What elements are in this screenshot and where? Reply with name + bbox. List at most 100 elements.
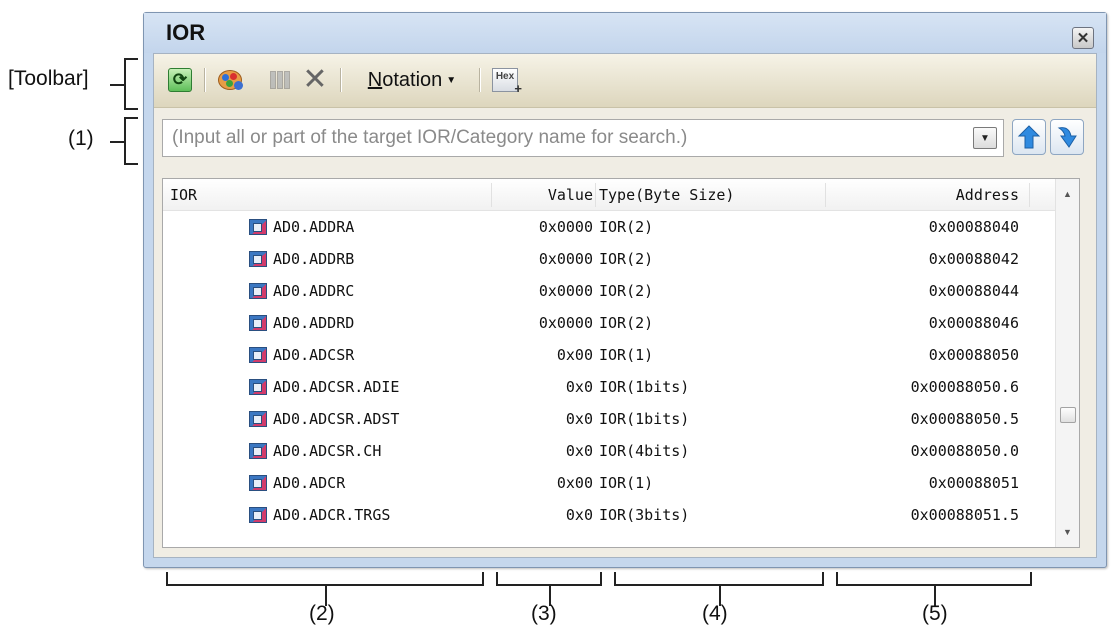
ior-table: IOR Value Type(Byte Size) Address AD0.AD…: [162, 178, 1080, 548]
cell-address: 0x00088042: [928, 250, 1019, 268]
cell-ior-name: AD0.ADCSR.CH: [273, 442, 382, 460]
cell-ior-name: AD0.ADCSR.ADST: [273, 410, 400, 428]
delete-button[interactable]: ✕: [300, 65, 330, 95]
color-settings-button[interactable]: [214, 66, 248, 94]
table-row[interactable]: AD0.ADDRB 0x0000 IOR(2) 0x00088042: [163, 243, 1056, 275]
cell-type: IOR(2): [599, 250, 654, 268]
search-row: ▼: [154, 109, 1096, 171]
scrollbar-thumb[interactable]: [1060, 407, 1076, 423]
cell-address: 0x00088050.0: [910, 442, 1019, 460]
title-bar[interactable]: IOR ✕: [144, 13, 1106, 53]
cell-address: 0x00088050.6: [910, 378, 1019, 396]
table-row[interactable]: AD0.ADDRA 0x0000 IOR(2) 0x00088040: [163, 211, 1056, 243]
notation-label: otation: [382, 68, 443, 91]
header-type[interactable]: Type(Byte Size): [599, 179, 734, 211]
toolbar-annotation: [Toolbar]: [8, 67, 89, 90]
cell-value[interactable]: 0x00: [491, 467, 593, 499]
cell-address: 0x00088051: [928, 474, 1019, 492]
chevron-down-icon: ▼: [980, 132, 990, 144]
register-icon: [249, 475, 267, 491]
search-input[interactable]: [163, 120, 943, 156]
register-icon: [249, 219, 267, 235]
arrow-up-icon: [1017, 125, 1041, 149]
cell-value[interactable]: 0x0000: [491, 275, 593, 307]
cell-type: IOR(1): [599, 474, 654, 492]
scroll-down-button[interactable]: ▼: [1056, 521, 1079, 543]
register-icon: [249, 443, 267, 459]
cell-value[interactable]: 0x0: [491, 403, 593, 435]
header-address[interactable]: Address: [825, 179, 1019, 211]
cell-value[interactable]: 0x00: [491, 339, 593, 371]
cell-value[interactable]: 0x0000: [491, 211, 593, 243]
cell-ior-name: AD0.ADDRB: [273, 250, 355, 268]
table-row[interactable]: AD0.ADCR 0x00 IOR(1) 0x00088051: [163, 467, 1056, 499]
table-header: IOR Value Type(Byte Size) Address: [163, 179, 1056, 211]
register-icon: [249, 251, 267, 267]
panel-body: ⟳ ✕ Notation ▼ Hex + (Input all or part …: [153, 53, 1097, 558]
cell-value[interactable]: 0x0: [491, 371, 593, 403]
table-body: AD0.ADDRA 0x0000 IOR(2) 0x00088040 AD0.ADDRB…: [163, 211, 1056, 531]
table-row[interactable]: AD0.ADCSR.CH 0x0 IOR(4bits) 0x00088050.0: [163, 435, 1056, 467]
header-value[interactable]: Value: [491, 179, 593, 211]
cell-ior-name: AD0.ADCSR: [273, 346, 355, 364]
cell-address: 0x00088050: [928, 346, 1019, 364]
table-row[interactable]: AD0.ADCR.TRGS 0x0 IOR(3bits) 0x00088051.5: [163, 499, 1056, 531]
cell-address: 0x00088040: [928, 218, 1019, 236]
palette-icon: [217, 68, 245, 92]
arrow-down-icon: [1057, 127, 1077, 148]
table-row[interactable]: AD0.ADCSR.ADIE 0x0 IOR(1bits) 0x00088050.6: [163, 371, 1056, 403]
notation-mnemonic: N: [367, 68, 383, 91]
hex-plus-icon: +: [514, 81, 522, 96]
column-settings-button[interactable]: [266, 66, 294, 94]
chevron-down-icon: ▼: [446, 74, 457, 86]
close-button[interactable]: ✕: [1072, 27, 1094, 49]
register-icon: [249, 507, 267, 523]
cell-value[interactable]: 0x0000: [491, 307, 593, 339]
search-previous-button[interactable]: [1012, 119, 1046, 155]
toolbar-separator: [204, 68, 205, 92]
register-icon: [249, 347, 267, 363]
register-icon: [249, 379, 267, 395]
table-row[interactable]: AD0.ADDRD 0x0000 IOR(2) 0x00088046: [163, 307, 1056, 339]
cell-type: IOR(1bits): [599, 378, 690, 396]
register-icon: [249, 411, 267, 427]
table-row[interactable]: AD0.ADCSR.ADST 0x0 IOR(1bits) 0x00088050.5: [163, 403, 1056, 435]
header-ior[interactable]: IOR: [170, 179, 197, 211]
vertical-scrollbar[interactable]: ▲ ▼: [1055, 179, 1079, 547]
close-icon: ✕: [1076, 29, 1090, 47]
table-row[interactable]: AD0.ADDRC 0x0000 IOR(2) 0x00088044: [163, 275, 1056, 307]
search-combobox[interactable]: ▼: [162, 119, 1004, 157]
cell-value[interactable]: 0x0: [491, 435, 593, 467]
register-icon: [249, 283, 267, 299]
cell-ior-name: AD0.ADCR: [273, 474, 346, 492]
columns-icon: [268, 68, 292, 92]
hex-display-button[interactable]: Hex +: [488, 66, 522, 96]
cell-value[interactable]: 0x0000: [491, 243, 593, 275]
table-row[interactable]: AD0.ADCSR 0x00 IOR(1) 0x00088050: [163, 339, 1056, 371]
search-annotation-brace: [110, 117, 138, 165]
cell-type: IOR(2): [599, 218, 654, 236]
ior-panel-window: IOR ✕ ⟳ ✕ N otation ▼ Hex + (Input all o…: [143, 12, 1107, 568]
search-history-dropdown[interactable]: ▼: [973, 127, 997, 149]
toolbar: ⟳ ✕ Notation ▼ Hex +: [154, 54, 1096, 108]
search-next-button[interactable]: [1050, 119, 1084, 155]
scroll-up-button[interactable]: ▲: [1056, 183, 1079, 205]
toolbar-annotation-brace: [110, 58, 138, 110]
toolbar-separator: [479, 68, 480, 92]
value-column-brace: [496, 572, 602, 606]
cell-type: IOR(2): [599, 282, 654, 300]
hex-icon-label: Hex: [495, 71, 515, 82]
cell-type: IOR(1bits): [599, 410, 690, 428]
scroll-up-icon: ▲: [1063, 189, 1072, 199]
notation-menu-button[interactable]: Notation ▼: [352, 66, 472, 94]
cell-type: IOR(2): [599, 314, 654, 332]
address-column-brace: [836, 572, 1032, 606]
search-annotation: (1): [68, 127, 94, 150]
toolbar-separator: [340, 68, 341, 92]
scroll-down-icon: ▼: [1063, 527, 1072, 537]
cell-value[interactable]: 0x0: [491, 499, 593, 531]
ior-column-annotation: (2): [309, 602, 335, 625]
register-icon: [249, 315, 267, 331]
refresh-button[interactable]: ⟳: [166, 66, 194, 94]
cell-address: 0x00088044: [928, 282, 1019, 300]
